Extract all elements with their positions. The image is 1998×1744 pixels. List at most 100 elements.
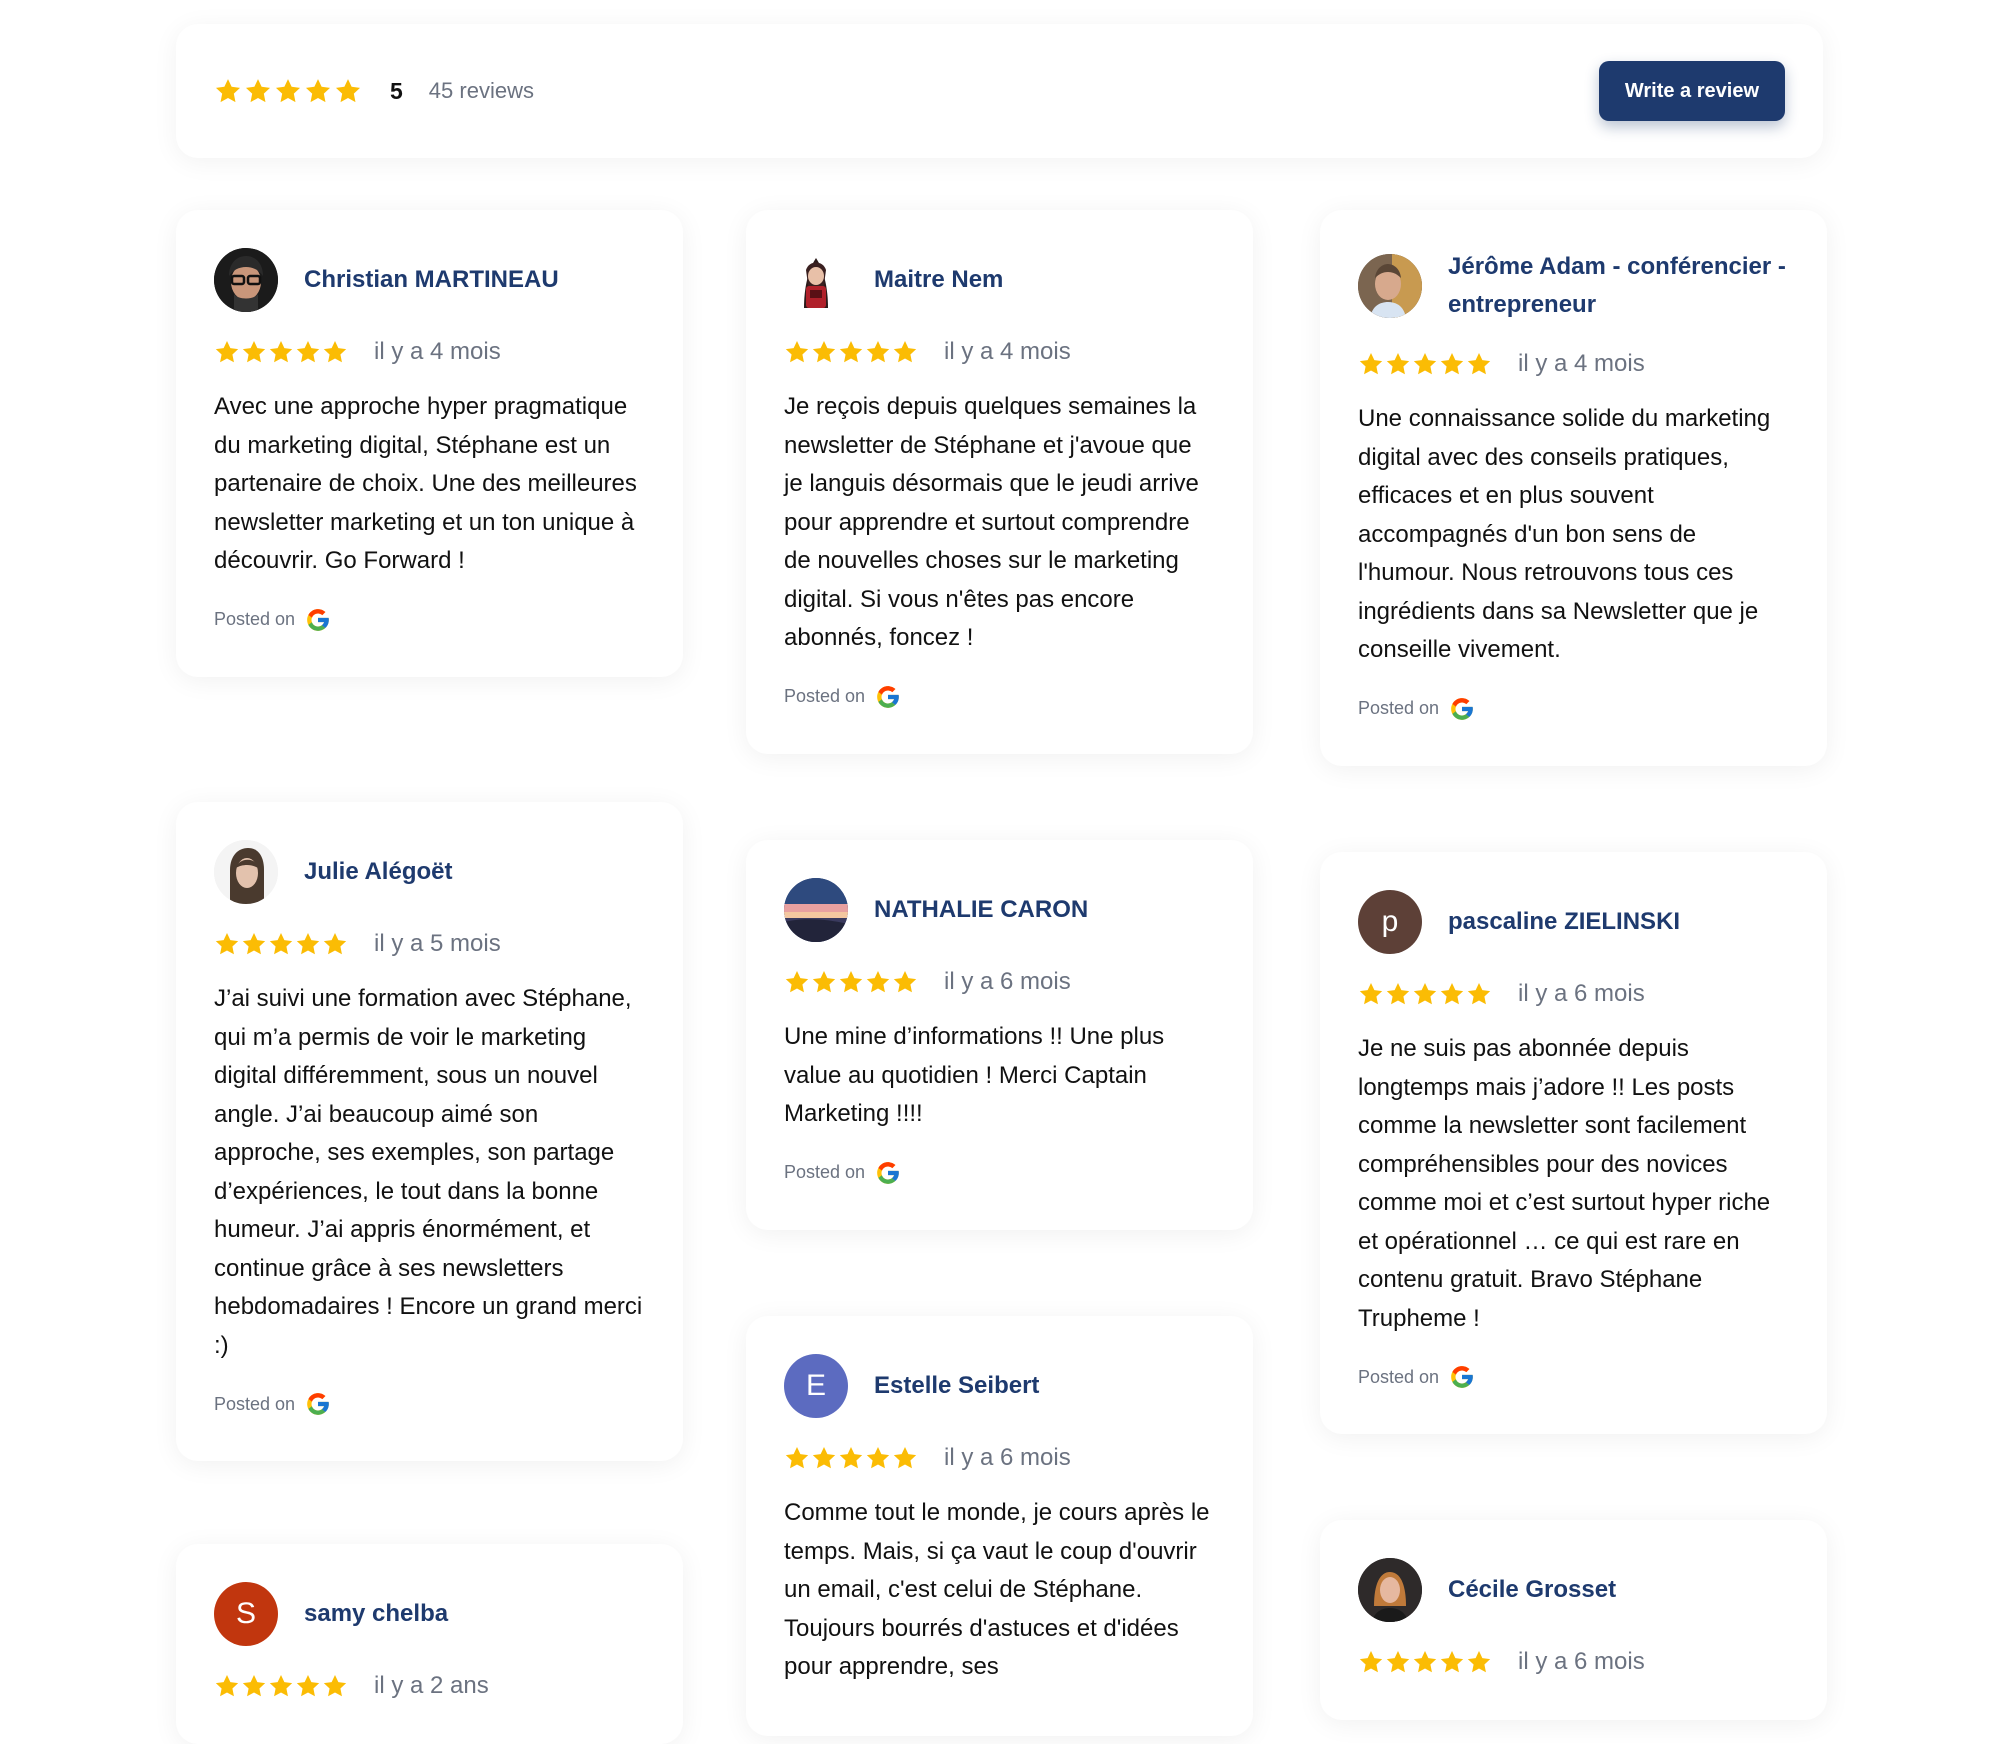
avatar[interactable]: S (214, 1582, 278, 1646)
avatar-letter: p (1381, 905, 1399, 938)
star-rating (784, 339, 918, 365)
star-rating (1358, 981, 1492, 1007)
review-text: Une connaissance solide du marketing dig… (1358, 405, 1771, 663)
review-card: S samy chelba il y a 2 ans (176, 1544, 683, 1744)
avatar[interactable] (214, 840, 278, 904)
avatar[interactable]: E (784, 1354, 848, 1418)
star-icon (1358, 1649, 1384, 1675)
reviewer-name[interactable]: Jérôme Adam - conférencier - entrepreneu… (1448, 248, 1789, 324)
star-icon (1412, 981, 1438, 1007)
review-card: NATHALIE CARON il y a 6 mois Une mine d’… (746, 840, 1253, 1230)
star-rating (214, 1673, 348, 1699)
posted-on: Posted on (1358, 696, 1789, 722)
star-icon (838, 339, 864, 365)
star-icon (1466, 351, 1492, 377)
posted-on-label: Posted on (784, 1162, 866, 1182)
review-card: Maitre Nem il y a 4 mois Je reçois depui… (746, 210, 1253, 754)
star-icon (214, 339, 240, 365)
reviewer-name[interactable]: NATHALIE CARON (874, 891, 1088, 929)
google-icon[interactable] (875, 1160, 901, 1186)
posted-on-label: Posted on (1358, 1366, 1440, 1387)
avatar[interactable] (214, 248, 278, 312)
star-icon (1439, 1649, 1465, 1675)
google-icon[interactable] (1449, 1364, 1475, 1390)
star-icon (784, 1445, 810, 1471)
review-time: il y a 6 mois (944, 1444, 1071, 1471)
star-icon (1358, 981, 1384, 1007)
star-icon (214, 931, 240, 957)
review-text: Avec une approche hyper pragmatique du m… (214, 393, 637, 574)
avatar[interactable] (1358, 254, 1422, 318)
reviewer-name[interactable]: Julie Alégoët (304, 853, 452, 891)
review-time: il y a 5 mois (374, 930, 501, 957)
sunset-landscape-photo-icon (784, 878, 848, 942)
review-time: il y a 4 mois (374, 338, 501, 365)
star-icon (1412, 1649, 1438, 1675)
star-rating (1358, 1649, 1492, 1675)
avatar[interactable] (784, 878, 848, 942)
reviewer-name[interactable]: pascaline ZIELINSKI (1448, 903, 1680, 941)
google-icon[interactable] (305, 1391, 331, 1417)
write-review-button[interactable]: Write a review (1598, 61, 1785, 121)
reviewer-name[interactable]: Estelle Seibert (874, 1367, 1039, 1405)
star-icon (865, 339, 891, 365)
reviewer-name[interactable]: samy chelba (304, 1595, 448, 1633)
star-icon (838, 969, 864, 995)
summary-star-rating (214, 77, 362, 105)
star-icon (214, 1673, 240, 1699)
person-photo-icon (1358, 254, 1422, 318)
star-icon (811, 339, 837, 365)
google-icon[interactable] (875, 684, 901, 710)
star-icon (1412, 351, 1438, 377)
review-text: Je ne suis pas abonnée depuis longtemps … (1358, 1035, 1771, 1332)
star-icon (892, 1445, 918, 1471)
star-icon (322, 339, 348, 365)
star-icon (295, 1673, 321, 1699)
review-card: Jérôme Adam - conférencier - entrepreneu… (1320, 210, 1827, 766)
star-icon (865, 969, 891, 995)
star-rating (1358, 351, 1492, 377)
star-icon (1358, 351, 1384, 377)
review-text: Je reçois depuis quelques semaines la ne… (784, 393, 1199, 651)
review-text: Une mine d’informations !! Une plus valu… (784, 1023, 1165, 1127)
star-icon (268, 1673, 294, 1699)
review-time: il y a 6 mois (944, 968, 1071, 995)
star-icon (811, 969, 837, 995)
person-photo-icon (214, 840, 278, 904)
star-icon (295, 339, 321, 365)
review-time: il y a 4 mois (1518, 350, 1645, 377)
star-icon (322, 931, 348, 957)
star-icon (214, 77, 242, 105)
star-icon (295, 931, 321, 957)
star-icon (1385, 981, 1411, 1007)
star-icon (241, 1673, 267, 1699)
review-time: il y a 6 mois (1518, 980, 1645, 1007)
reviewer-name[interactable]: Cécile Grosset (1448, 1571, 1616, 1609)
posted-on: Posted on (1358, 1364, 1789, 1390)
posted-on: Posted on (784, 684, 1215, 710)
google-icon[interactable] (1449, 696, 1475, 722)
star-icon (322, 1673, 348, 1699)
star-icon (1439, 981, 1465, 1007)
avatar[interactable]: p (1358, 890, 1422, 954)
review-card: E Estelle Seibert il y a 6 mois Comme to… (746, 1316, 1253, 1736)
star-icon (892, 339, 918, 365)
avatar[interactable] (784, 248, 848, 312)
posted-on: Posted on (214, 607, 645, 633)
person-photo-icon (214, 248, 278, 312)
posted-on-label: Posted on (214, 1393, 296, 1414)
reviewer-name[interactable]: Christian MARTINEAU (304, 261, 559, 299)
review-count[interactable]: 45 reviews (429, 78, 534, 104)
review-card: Julie Alégoët il y a 5 mois J’ai suivi u… (176, 802, 683, 1461)
review-card: p pascaline ZIELINSKI il y a 6 mois Je n… (1320, 852, 1827, 1434)
avatar[interactable] (1358, 1558, 1422, 1622)
star-icon (274, 77, 302, 105)
star-icon (784, 339, 810, 365)
review-time: il y a 6 mois (1518, 1648, 1645, 1675)
anime-character-avatar-icon (804, 258, 828, 308)
posted-on: Posted on (214, 1391, 645, 1417)
reviewer-name[interactable]: Maitre Nem (874, 261, 1003, 299)
star-icon (244, 77, 272, 105)
person-photo-icon (1358, 1558, 1422, 1622)
google-icon[interactable] (305, 607, 331, 633)
